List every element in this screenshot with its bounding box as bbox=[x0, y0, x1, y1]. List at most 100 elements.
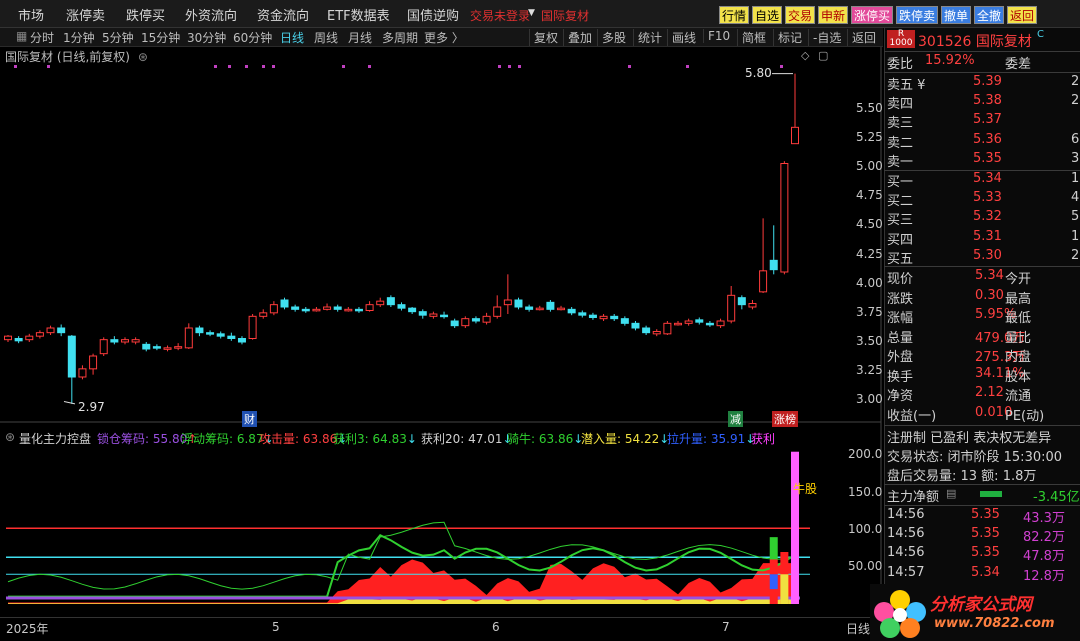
tool-multi-stock[interactable]: 多股 bbox=[597, 29, 626, 46]
ask-row[interactable]: 卖五 ¥ 5.39 2 bbox=[887, 74, 1079, 93]
stat-row[interactable]: 净资 2.12 流通 bbox=[887, 385, 1077, 404]
candle-body bbox=[588, 314, 597, 318]
ask-row[interactable]: 卖三 5.37 bbox=[887, 112, 1077, 131]
main-net-value: -3.45亿 bbox=[1033, 490, 1080, 505]
trade-button[interactable]: 交易 bbox=[785, 6, 815, 24]
menu-etf-table[interactable]: ETF数据表 bbox=[327, 5, 390, 24]
legend-item[interactable]: 获利20: 47.01↓ bbox=[421, 430, 513, 445]
marker-reduce[interactable]: 减 bbox=[728, 411, 743, 427]
row-label: 涨幅 bbox=[887, 311, 914, 326]
period-month[interactable]: 月线 bbox=[348, 29, 372, 46]
dropdown-arrow-icon[interactable]: ▼ bbox=[528, 8, 535, 18]
candle-body bbox=[120, 339, 129, 343]
stat-row[interactable]: 涨幅 5.95% 最低 bbox=[887, 307, 1077, 326]
indicator-tick-label: 100.0 bbox=[848, 521, 883, 536]
period-30min[interactable]: 30分钟 bbox=[187, 29, 226, 46]
candle-body bbox=[631, 322, 640, 329]
period-15min[interactable]: 15分钟 bbox=[141, 29, 180, 46]
watermark-url: www.70822.com bbox=[934, 616, 1055, 631]
top-menu-bar: 市场 涨停卖 跌停买 外资流向 资金流向 ETF数据表 国债逆购 交易未登录 ▼… bbox=[0, 0, 1080, 28]
bid-row[interactable]: 买一 5.34 1 bbox=[887, 171, 1079, 190]
tool-f10[interactable]: F10 bbox=[703, 29, 730, 43]
watermark-logo: 分析家公式网 www.70822.com bbox=[870, 584, 1080, 641]
low-annotation: 2.97 bbox=[78, 400, 105, 414]
ask-row[interactable]: 卖二 5.36 6 bbox=[887, 132, 1079, 151]
trade-login-status[interactable]: 交易未登录 bbox=[470, 7, 530, 24]
candle-body bbox=[25, 335, 34, 341]
legend-item[interactable]: 获利 bbox=[751, 430, 775, 445]
candle-body bbox=[695, 319, 704, 323]
period-week[interactable]: 周线 bbox=[314, 29, 338, 46]
period-tick[interactable]: 分时 bbox=[30, 29, 54, 46]
menu-limit-down-buy[interactable]: 跌停买 bbox=[126, 5, 165, 24]
ask-row[interactable]: 卖一 5.35 3 bbox=[887, 150, 1079, 170]
candle-body bbox=[610, 315, 619, 320]
quote-button[interactable]: 行情 bbox=[719, 6, 749, 24]
tool-draw[interactable]: 画线 bbox=[667, 29, 696, 46]
row-label: 买五 bbox=[887, 251, 914, 267]
menu-limit-up-sell[interactable]: 涨停卖 bbox=[66, 5, 105, 24]
period-day[interactable]: 日线 bbox=[280, 29, 304, 46]
candle-body bbox=[503, 299, 512, 306]
indicator-name[interactable]: 量化主力控盘 bbox=[19, 430, 91, 445]
candle-body bbox=[216, 333, 225, 337]
tool-adjust[interactable]: 复权 bbox=[529, 29, 558, 46]
period-5min[interactable]: 5分钟 bbox=[102, 29, 134, 46]
stat-row[interactable]: 总量 479.0万 量比 bbox=[887, 327, 1077, 346]
stat-row[interactable]: 收益(一) 0.010 PE(动) bbox=[887, 405, 1077, 424]
bid-row[interactable]: 买四 5.31 1 bbox=[887, 229, 1079, 248]
tool-stats[interactable]: 统计 bbox=[633, 29, 662, 46]
ipo-button[interactable]: 申新 bbox=[818, 6, 848, 24]
indicator-settings-icon[interactable]: ⊛ bbox=[5, 430, 15, 444]
limit-down-sell-button[interactable]: 跌停卖 bbox=[896, 6, 938, 24]
candle-body bbox=[344, 308, 353, 312]
price-tick-label: 4.75 bbox=[856, 188, 883, 203]
tool-overlay[interactable]: 叠加 bbox=[563, 29, 592, 46]
bid-row[interactable]: 买三 5.32 5 bbox=[887, 209, 1080, 228]
period-1min[interactable]: 1分钟 bbox=[63, 29, 95, 46]
menu-icon[interactable]: ▦ bbox=[16, 29, 27, 43]
row-extra: 5 bbox=[1071, 209, 1080, 225]
candle-body bbox=[450, 320, 459, 327]
stat-row[interactable]: 涨跌 0.30 最高 bbox=[887, 288, 1077, 307]
net-bar bbox=[980, 491, 1002, 497]
menu-capital-flow[interactable]: 资金流向 bbox=[257, 5, 309, 24]
cancel-order-button[interactable]: 撤单 bbox=[941, 6, 971, 24]
legend-item[interactable]: 潜入量: 54.22↓ bbox=[581, 430, 669, 445]
legend-item[interactable]: 骑牛: 63.86↓ bbox=[507, 430, 583, 445]
tool-mark[interactable]: 标记 bbox=[773, 29, 802, 46]
ask-row[interactable]: 卖四 5.38 2 bbox=[887, 93, 1079, 112]
bid-row[interactable]: 买二 5.33 4 bbox=[887, 190, 1079, 209]
row-label: 卖三 bbox=[887, 116, 914, 132]
stock-code-name[interactable]: 301526 国际复材 bbox=[918, 31, 1032, 51]
stat-row[interactable]: 现价 5.34 今开 bbox=[887, 268, 1077, 287]
tool-back[interactable]: 返回 bbox=[847, 29, 876, 46]
stat-row[interactable]: 外盘 275.3万 内盘 bbox=[887, 346, 1077, 365]
menu-market[interactable]: 市场 bbox=[18, 5, 44, 24]
menu-repo[interactable]: 国债逆购 bbox=[407, 5, 459, 24]
period-multi[interactable]: 多周期 bbox=[382, 29, 418, 46]
menu-foreign-flow[interactable]: 外资流向 bbox=[185, 5, 237, 24]
watchlist-button[interactable]: 自选 bbox=[752, 6, 782, 24]
candle-body bbox=[365, 304, 374, 311]
bid-row[interactable]: 买五 5.30 2 bbox=[887, 248, 1079, 267]
stat-row[interactable]: 换手 34.11% 股本 bbox=[887, 366, 1077, 385]
chart-area[interactable] bbox=[0, 47, 884, 619]
candle-body bbox=[769, 259, 778, 271]
back-button[interactable]: 返回 bbox=[1007, 6, 1037, 24]
period-60min[interactable]: 60分钟 bbox=[233, 29, 272, 46]
legend-item[interactable]: 拉升量: 35.91↓ bbox=[667, 430, 755, 445]
limit-up-buy-button[interactable]: 涨停买 bbox=[851, 6, 893, 24]
tool-simple-frame[interactable]: 简框 bbox=[737, 29, 766, 46]
marker-financial[interactable]: 财 bbox=[242, 411, 257, 427]
row-value: 5.35 bbox=[973, 150, 1002, 166]
row-value: 5.34 bbox=[973, 171, 1002, 186]
tool-remove-watchlist[interactable]: -自选 bbox=[808, 29, 841, 46]
cancel-all-button[interactable]: 全撤 bbox=[974, 6, 1004, 24]
marker-top-list[interactable]: 涨榜 bbox=[772, 411, 798, 427]
net-detail-icon[interactable]: ▤ bbox=[946, 487, 956, 500]
legend-item[interactable]: 获利3: 64.83↓ bbox=[333, 430, 417, 445]
period-more[interactable]: 更多 〉 bbox=[424, 29, 464, 46]
weibi-row: 委比 15.92% 委差 bbox=[887, 53, 1077, 72]
x-tick-period[interactable]: 日线 bbox=[846, 620, 870, 637]
